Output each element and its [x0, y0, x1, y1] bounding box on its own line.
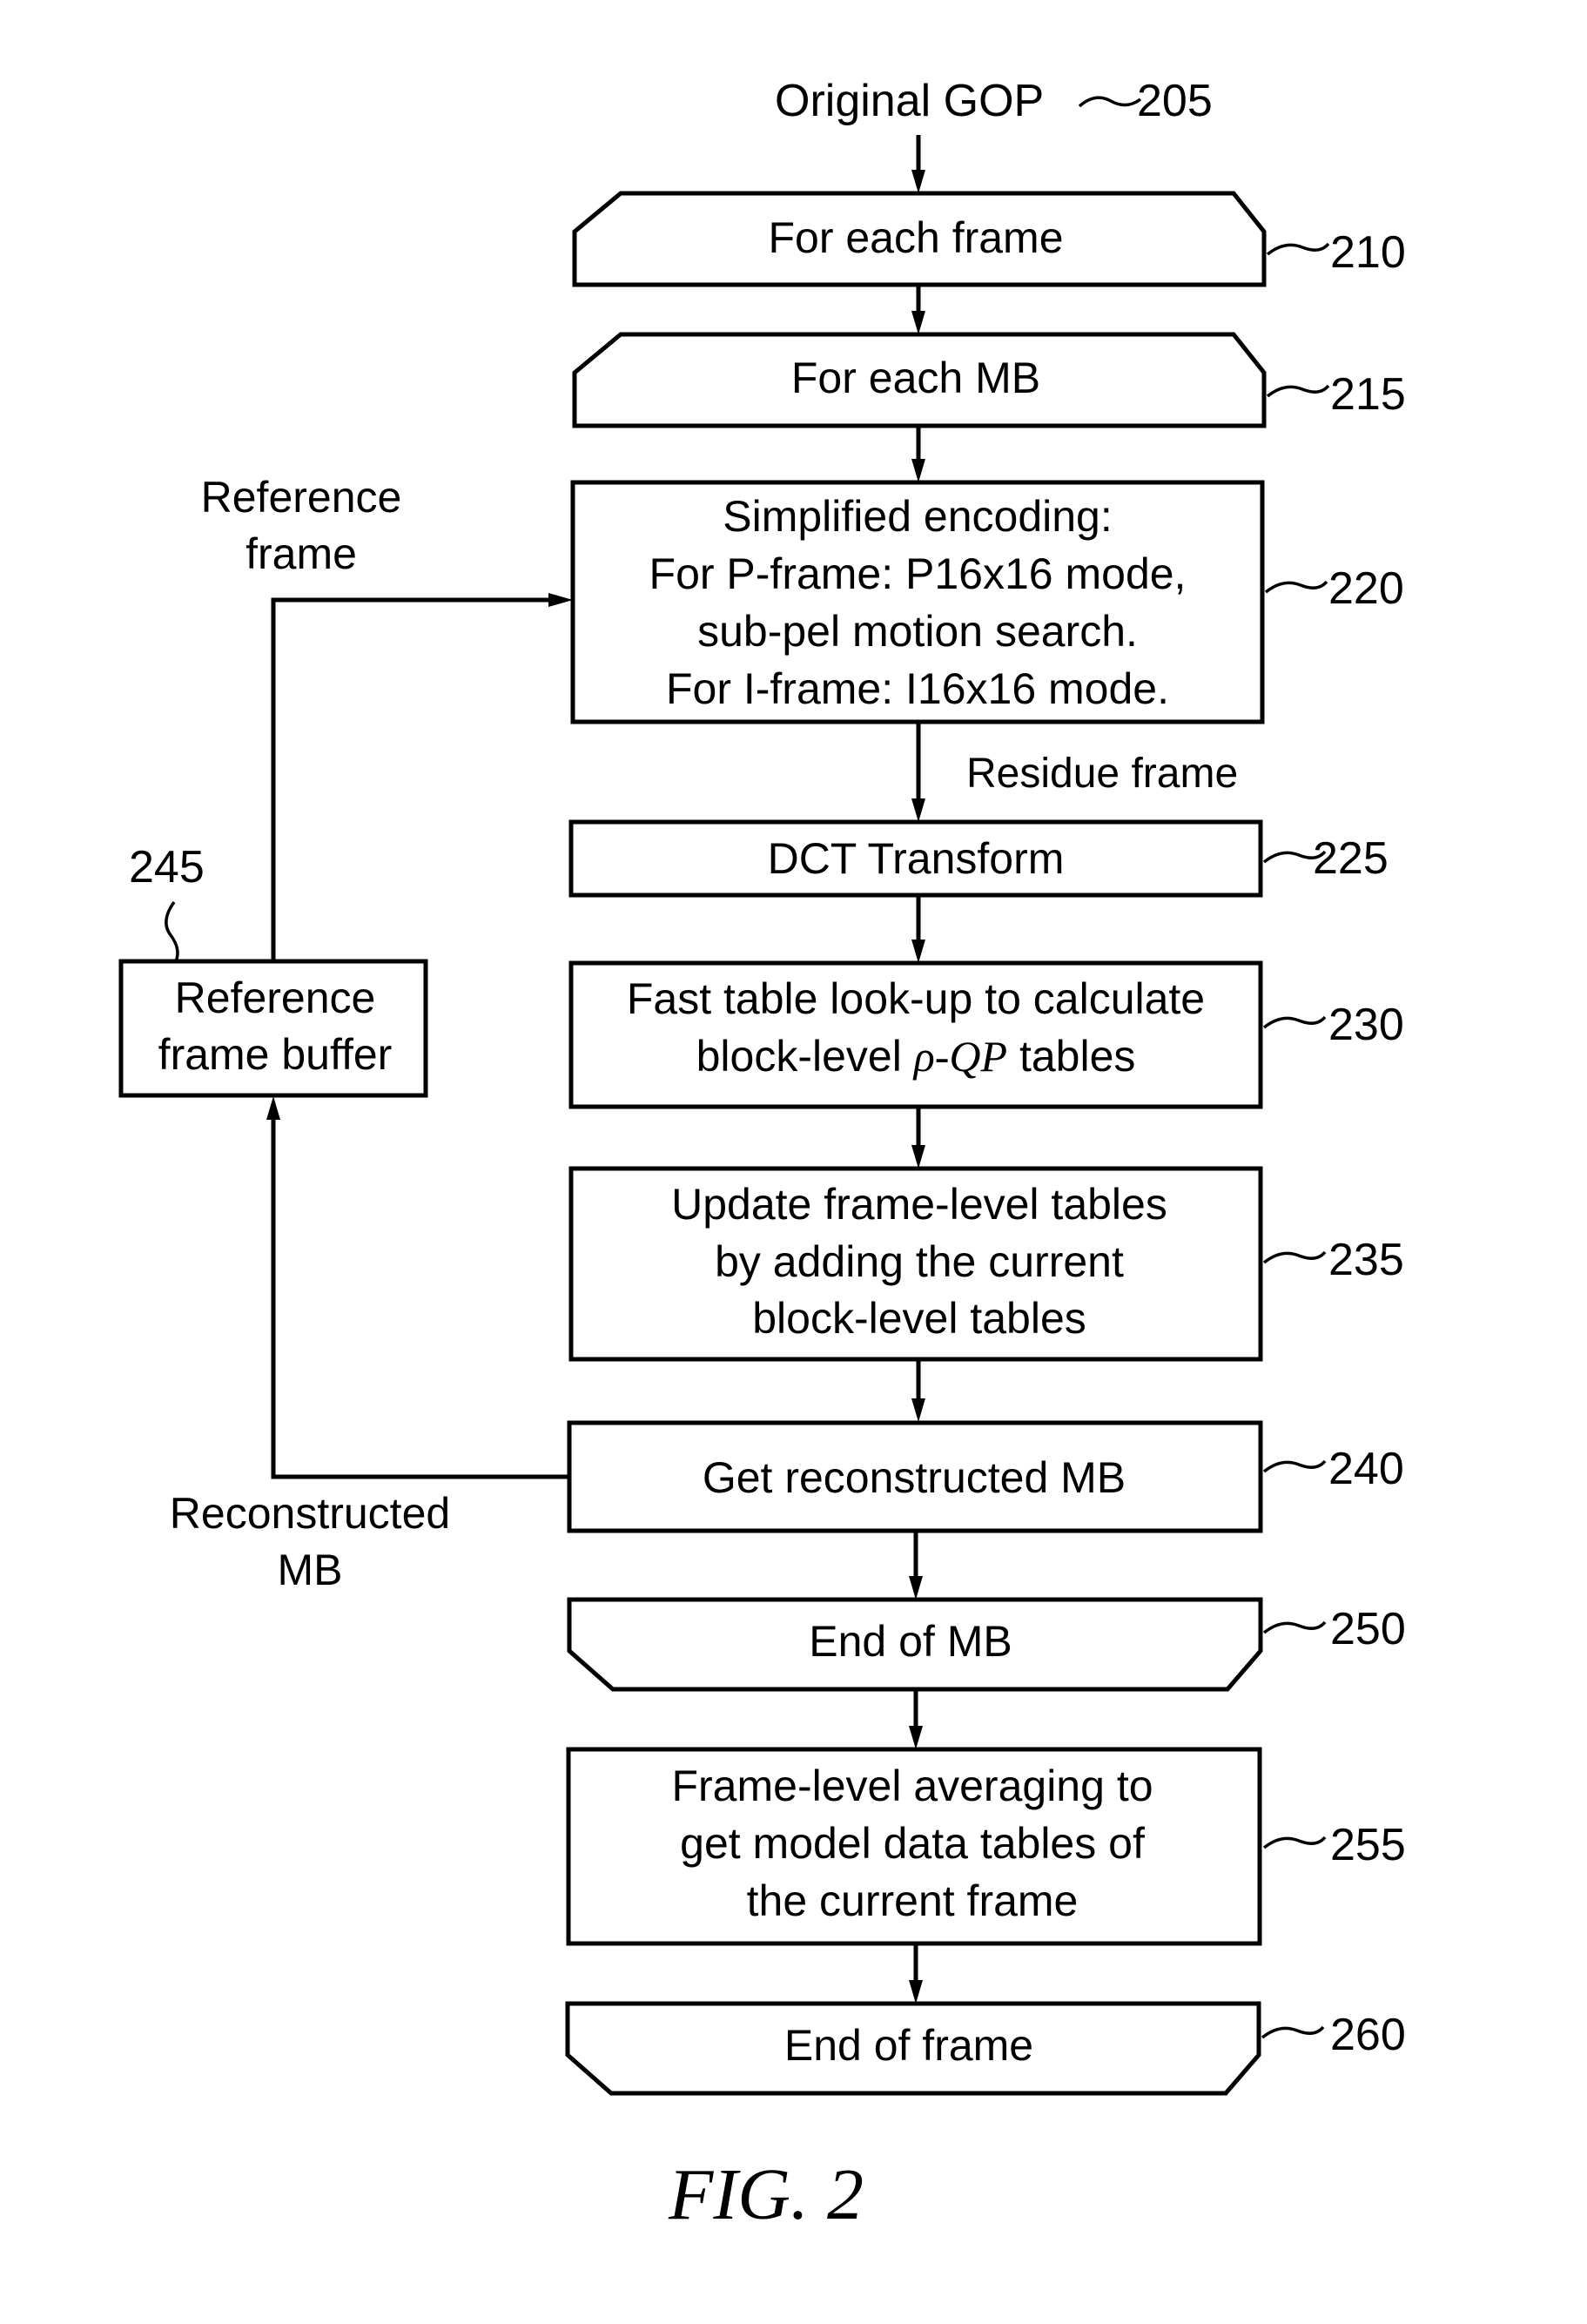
arrow-240-to-250 [909, 1531, 923, 1600]
node-260-end-of-frame: End of frame [565, 2001, 1261, 2096]
node-245-reference-frame-buffer: Reference frame buffer [118, 959, 428, 1098]
node-255-line-1: Frame-level averaging to [671, 1762, 1153, 1810]
ref-number-255: 255 [1330, 1820, 1406, 1870]
node-210-for-each-frame: For each frame [572, 191, 1267, 287]
edge-label-reconstructed-mb-line-2: MB [278, 1546, 343, 1594]
edge-label-reconstructed-mb-line-1: Reconstructed [170, 1489, 450, 1538]
node-255-line-2: get model data tables of [680, 1819, 1145, 1868]
figure-caption: FIG. 2 [668, 2154, 864, 2235]
arrow-235-to-240 [911, 1359, 925, 1422]
node-215-text: For each MB [791, 354, 1040, 402]
ref-number-260: 260 [1330, 2010, 1406, 2060]
node-235-line-1: Update frame-level tables [671, 1180, 1167, 1229]
arrow-220-to-225 [911, 722, 925, 822]
node-225-text: DCT Transform [768, 834, 1065, 883]
node-230-rho-qp-symbol: ρ-QP [912, 1032, 1007, 1081]
node-230-line-1: Fast table look-up to calculate [627, 974, 1205, 1023]
arrow-215-to-220 [911, 426, 925, 482]
node-230-line-2: block-level ρ-QP tables [696, 1032, 1136, 1081]
node-225-dct-transform: DCT Transform [568, 819, 1263, 898]
ref-number-235: 235 [1328, 1235, 1404, 1285]
ref-number-225: 225 [1313, 833, 1389, 884]
arrow-gop-to-210 [911, 135, 925, 193]
node-240-get-reconstructed-mb: Get reconstructed MB [567, 1420, 1263, 1533]
ref-number-210: 210 [1330, 227, 1406, 278]
arrow-210-to-215 [911, 285, 925, 334]
node-220-line-4: For I-frame: I16x16 mode. [666, 664, 1169, 713]
node-245-line-2: frame buffer [158, 1030, 393, 1079]
ref-leader-210 [1266, 242, 1330, 256]
node-250-end-of-mb: End of MB [567, 1597, 1263, 1692]
node-220-line-1: Simplified encoding: [723, 492, 1113, 541]
node-220-line-3: sub-pel motion search. [697, 607, 1138, 656]
arrow-255-to-260 [909, 1943, 923, 2004]
node-250-text: End of MB [809, 1617, 1012, 1666]
edge-label-residue-frame: Residue frame [966, 751, 1238, 797]
ref-leader-250 [1262, 1620, 1327, 1634]
ref-leader-230 [1262, 1015, 1327, 1029]
node-235-update-frame-level-tables: Update frame-level tables by adding the … [568, 1166, 1263, 1362]
ref-leader-235 [1262, 1250, 1327, 1264]
ref-number-230: 230 [1328, 1000, 1404, 1050]
arrow-230-to-235 [911, 1107, 925, 1169]
ref-leader-215 [1266, 384, 1330, 398]
node-255-line-3: the current frame [747, 1876, 1079, 1925]
node-240-text: Get reconstructed MB [703, 1453, 1126, 1502]
ref-leader-220 [1264, 580, 1328, 594]
ref-number-245: 245 [129, 842, 205, 893]
edge-label-reference-frame-line-2: frame [245, 529, 357, 578]
ref-leader-205 [1078, 96, 1142, 108]
arrow-250-to-255 [909, 1689, 923, 1749]
ref-leader-245 [165, 900, 179, 962]
node-235-line-3: block-level tables [752, 1294, 1086, 1343]
arrow-225-to-230 [911, 895, 925, 963]
ref-leader-240 [1262, 1459, 1327, 1473]
node-245-line-1: Reference [175, 973, 376, 1022]
ref-leader-255 [1262, 1836, 1327, 1849]
input-label: Original GOP [775, 76, 1044, 126]
node-220-line-2: For P-frame: P16x16 mode, [649, 549, 1187, 598]
node-255-frame-level-averaging: Frame-level averaging to get model data … [566, 1747, 1262, 1946]
ref-number-240: 240 [1328, 1444, 1404, 1494]
ref-number-215: 215 [1330, 369, 1406, 420]
ref-number-250: 250 [1330, 1604, 1406, 1654]
ref-number-220: 220 [1328, 563, 1404, 614]
node-215-for-each-mb: For each MB [572, 332, 1267, 428]
node-230-fast-table-lookup: Fast table look-up to calculate block-le… [568, 960, 1263, 1109]
edge-label-reference-frame-line-1: Reference [201, 473, 402, 522]
ref-leader-260 [1261, 2025, 1325, 2039]
node-235-line-2: by adding the current [715, 1237, 1124, 1286]
node-230-text-prefix: block-level [696, 1032, 902, 1081]
node-210-text: For each frame [768, 213, 1063, 262]
ref-number-205: 205 [1137, 76, 1213, 126]
flowchart: Original GOP 205 For each frame 210 For … [118, 76, 1406, 2235]
node-230-text-suffix: tables [1019, 1032, 1135, 1081]
node-220-simplified-encoding: Simplified encoding: For P-frame: P16x16… [570, 480, 1265, 724]
arrow-240-to-245 [266, 1096, 569, 1479]
arrow-245-to-220 [271, 593, 573, 961]
node-260-text: End of frame [784, 2021, 1033, 2070]
